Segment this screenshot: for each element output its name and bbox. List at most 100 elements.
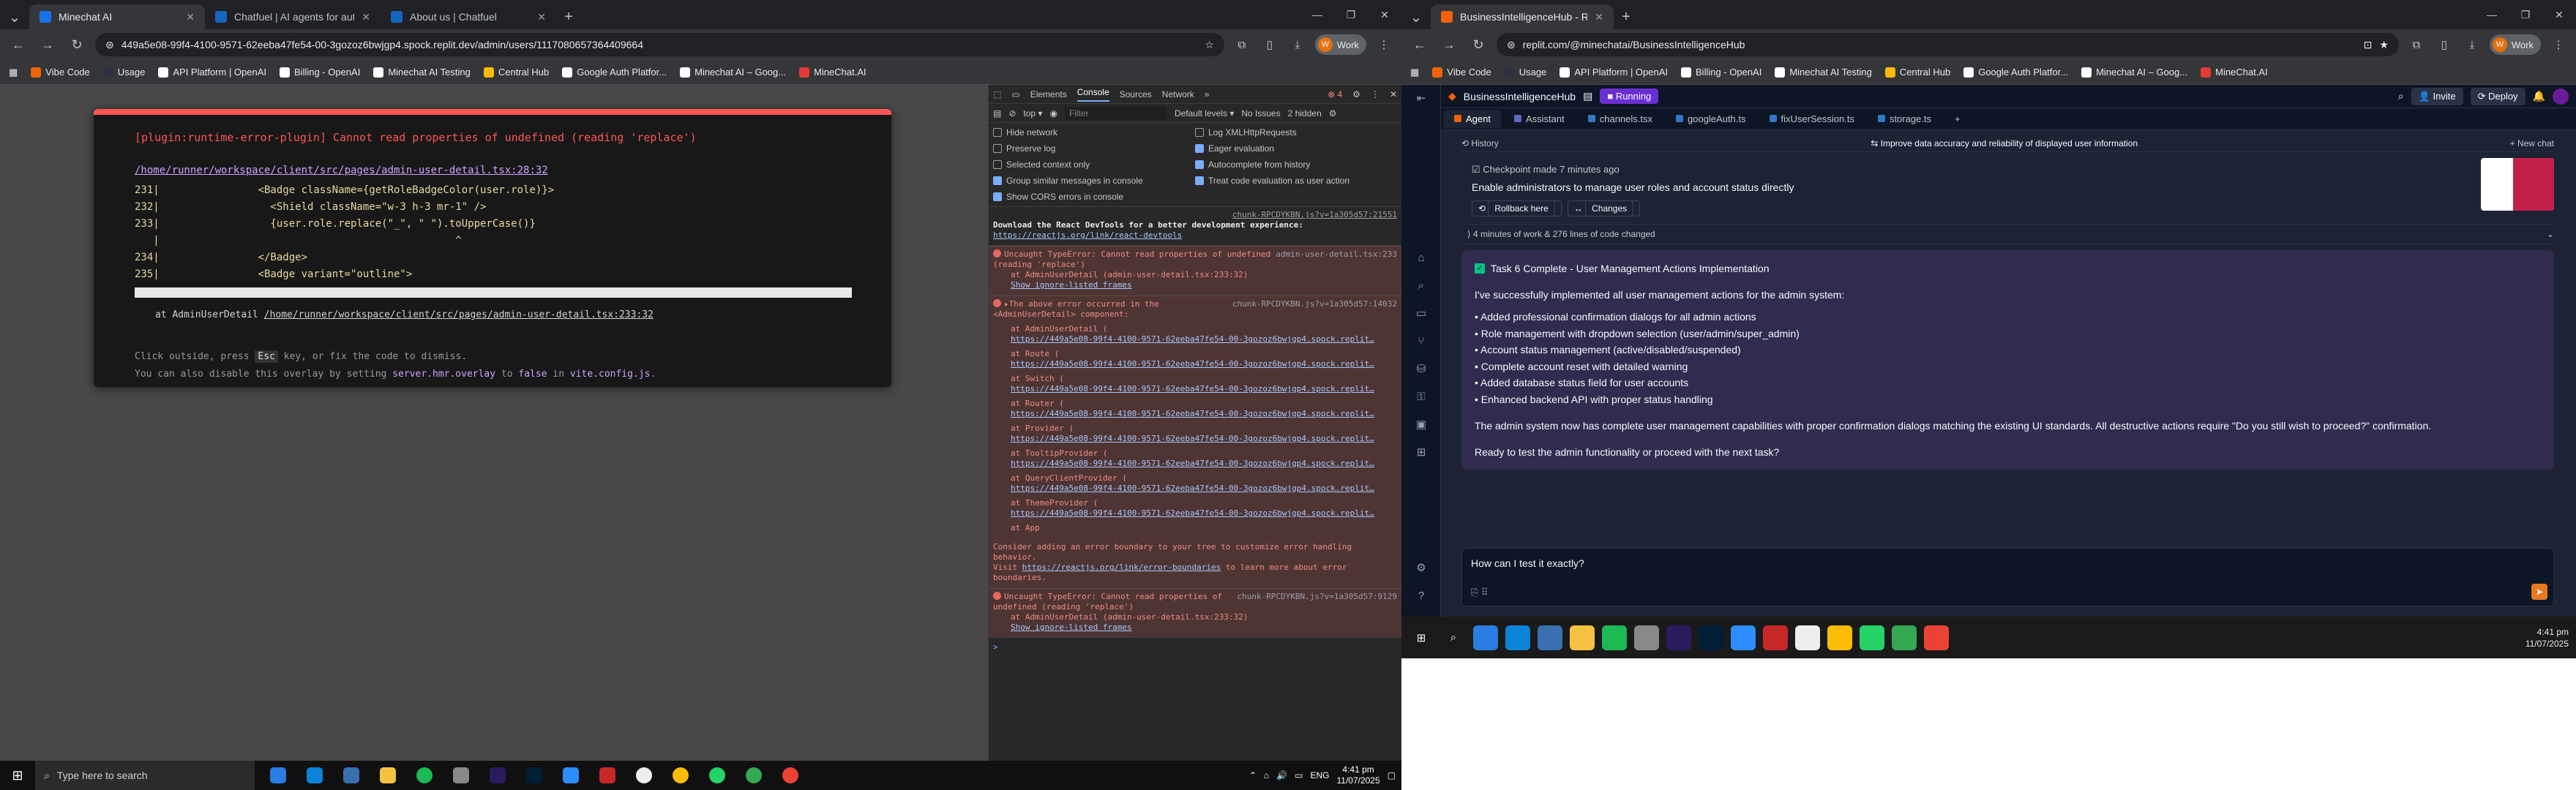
- tab-agent[interactable]: Agent: [1444, 109, 1501, 128]
- history-button[interactable]: ⟲ History: [1461, 138, 1499, 148]
- frame-link[interactable]: https://449a5e08-99f4-4100-9571-62eeba47…: [1011, 508, 1397, 519]
- device-toggle-icon[interactable]: ▭: [1011, 89, 1019, 99]
- code-scrollbar[interactable]: [135, 287, 852, 298]
- install-app-icon[interactable]: ⊡: [2364, 39, 2373, 51]
- photoshop-icon[interactable]: [1699, 625, 1723, 650]
- console-settings-icon[interactable]: ⚙: [1329, 108, 1337, 118]
- context-select[interactable]: top ▾: [1023, 108, 1042, 118]
- tray-overflow-icon[interactable]: ⌃: [1249, 770, 1257, 780]
- run-status-button[interactable]: ■ Running: [1600, 89, 1659, 104]
- network-icon[interactable]: ⌂: [1264, 770, 1269, 780]
- browser-tab[interactable]: About us | Chatfuel ✕: [381, 4, 556, 29]
- setting-checkbox[interactable]: Autocomplete from history: [1195, 158, 1397, 171]
- show-ignored-frames-link[interactable]: Show ignore-listed frames: [993, 280, 1397, 290]
- setting-checkbox[interactable]: Treat code evaluation as user action: [1195, 174, 1397, 187]
- stack-line[interactable]: at AdminUserDetail (admin-user-detail.ts…: [993, 270, 1397, 280]
- message-source[interactable]: chunk-RPCDYKBN.js?v=1a305d57:21551: [1232, 210, 1397, 220]
- edge-icon[interactable]: [1505, 625, 1530, 650]
- inspect-icon[interactable]: ⬚: [993, 89, 1001, 99]
- bookmark-item[interactable]: API Platform | OpenAI: [1560, 67, 1668, 78]
- taskbar-clock[interactable]: 4:41 pm 11/07/2025: [1336, 764, 1379, 786]
- bookmark-item[interactable]: Google Auth Platfor...: [1963, 67, 2068, 78]
- deploy-button[interactable]: ⟳ Deploy: [2470, 87, 2526, 105]
- eye-icon[interactable]: ◉: [1049, 108, 1057, 118]
- downloads-icon[interactable]: ⤓: [1287, 34, 1308, 55]
- sidebar-toggle-icon[interactable]: ⇤: [1401, 85, 1441, 113]
- message-source[interactable]: admin-user-detail.tsx:233: [1276, 249, 1397, 260]
- search-icon[interactable]: ⌕: [1441, 625, 1466, 650]
- restore-icon[interactable]: ❐: [1334, 0, 1368, 29]
- bookmark-star-icon[interactable]: ☆: [1205, 39, 1214, 51]
- battery-icon[interactable]: ▭: [1295, 770, 1303, 780]
- chrome-icon[interactable]: [1892, 625, 1917, 650]
- more-tabs-icon[interactable]: »: [1205, 89, 1210, 99]
- browser-tab[interactable]: BusinessIntelligenceHub - Repli ✕: [1431, 4, 1614, 29]
- search-icon[interactable]: ⌕: [1401, 272, 1441, 300]
- bookmark-item[interactable]: Usage: [1504, 67, 1546, 78]
- frame-link[interactable]: https://449a5e08-99f4-4100-9571-62eeba47…: [1011, 484, 1397, 494]
- taskbar-app-icon[interactable]: [1634, 625, 1659, 650]
- taskbar-app-icon[interactable]: [628, 761, 660, 790]
- premiere-icon[interactable]: [482, 761, 514, 790]
- tab-sources[interactable]: Sources: [1120, 89, 1152, 99]
- invite-button[interactable]: 👤 Invite: [2411, 87, 2463, 105]
- tab-network[interactable]: Network: [1162, 89, 1194, 99]
- windows-start-icon[interactable]: ⊞: [1409, 625, 1434, 650]
- packages-icon[interactable]: ▣: [1401, 411, 1441, 439]
- taskbar-app-icon[interactable]: [1763, 625, 1788, 650]
- levels-select[interactable]: Default levels ▾: [1175, 108, 1234, 118]
- browser-tab[interactable]: Chatfuel | AI agents for automa ✕: [205, 4, 381, 29]
- address-bar[interactable]: ⊜ 449a5e08-99f4-4100-9571-62eeba47fe54-0…: [95, 33, 1224, 56]
- tab-file[interactable]: storage.ts: [1868, 110, 1942, 128]
- taskbar-app-icon[interactable]: [591, 761, 624, 790]
- close-window-icon[interactable]: ✕: [2542, 0, 2576, 29]
- setting-checkbox[interactable]: Eager evaluation: [1195, 142, 1397, 155]
- rollback-button[interactable]: ⟲ Rollback here: [1472, 200, 1562, 217]
- git-icon[interactable]: ⑂: [1401, 328, 1441, 356]
- chevron-down-icon[interactable]: ⌄: [2547, 229, 2554, 239]
- taskbar-search[interactable]: ⌕ Type here to search: [35, 761, 255, 790]
- bookmark-item[interactable]: Billing - OpenAI: [1681, 67, 1761, 78]
- bookmark-item[interactable]: Central Hub: [1884, 67, 1950, 78]
- profile-button[interactable]: W Work: [2489, 34, 2541, 55]
- close-tab-icon[interactable]: ✕: [1595, 11, 1603, 23]
- tab-console[interactable]: Console: [1077, 87, 1109, 102]
- zoom-icon[interactable]: [555, 761, 587, 790]
- bookmark-item[interactable]: Usage: [102, 67, 145, 78]
- search-icon[interactable]: ⌕: [2398, 90, 2404, 102]
- chrome-icon[interactable]: [738, 761, 770, 790]
- close-tab-icon[interactable]: ✕: [537, 11, 546, 23]
- tab-file[interactable]: fixUserSession.ts: [1759, 110, 1865, 128]
- project-menu-icon[interactable]: ▤: [1583, 90, 1592, 102]
- chat-input[interactable]: How can I test it exactly? ⎘ ⠿ ➤: [1461, 548, 2554, 606]
- profile-button[interactable]: W Work: [1314, 34, 1366, 55]
- taskbar-clock[interactable]: 4:41 pm 11/07/2025: [2526, 617, 2569, 658]
- bookmark-item[interactable]: Minechat AI – Goog...: [680, 67, 786, 78]
- zoom-icon[interactable]: [1731, 625, 1756, 650]
- browser-tab[interactable]: Minechat AI ✕: [29, 4, 205, 29]
- extensions-icon[interactable]: ⧉: [1232, 34, 1252, 55]
- side-panel-icon[interactable]: ▯: [1259, 34, 1280, 55]
- issues-button[interactable]: No Issues: [1241, 108, 1280, 118]
- close-tab-icon[interactable]: ✕: [186, 11, 195, 23]
- message-link[interactable]: https://reactjs.org/link/react-devtools: [993, 230, 1397, 241]
- bookmark-item[interactable]: Minechat AI – Goog...: [2081, 67, 2187, 78]
- chrome-icon[interactable]: [1924, 625, 1949, 650]
- whatsapp-icon[interactable]: [1860, 625, 1884, 650]
- checkpoint-preview-thumbnail[interactable]: [2481, 158, 2554, 211]
- secrets-icon[interactable]: ⚿: [1401, 383, 1441, 411]
- taskbar-app-icon[interactable]: [1795, 625, 1820, 650]
- address-bar[interactable]: ⊜ replit.com/@minechatai/BusinessIntelli…: [1497, 33, 2399, 56]
- console-prompt[interactable]: >: [989, 638, 1401, 657]
- bookmark-item[interactable]: Minechat AI Testing: [1775, 67, 1872, 78]
- minimize-icon[interactable]: —: [1300, 0, 1334, 29]
- stack-link[interactable]: /home/runner/workspace/client/src/pages/…: [264, 309, 654, 320]
- tab-file[interactable]: channels.tsx: [1578, 110, 1663, 128]
- tab-search-icon[interactable]: ⌄: [1401, 4, 1431, 29]
- frame-link[interactable]: https://449a5e08-99f4-4100-9571-62eeba47…: [1011, 334, 1397, 345]
- frame-link[interactable]: https://449a5e08-99f4-4100-9571-62eeba47…: [1011, 434, 1397, 444]
- setting-checkbox[interactable]: Group similar messages in console: [993, 174, 1195, 187]
- bookmark-apps[interactable]: ▦: [1410, 67, 1419, 78]
- forward-icon[interactable]: →: [37, 34, 59, 56]
- frame-link[interactable]: https://449a5e08-99f4-4100-9571-62eeba47…: [1011, 359, 1397, 369]
